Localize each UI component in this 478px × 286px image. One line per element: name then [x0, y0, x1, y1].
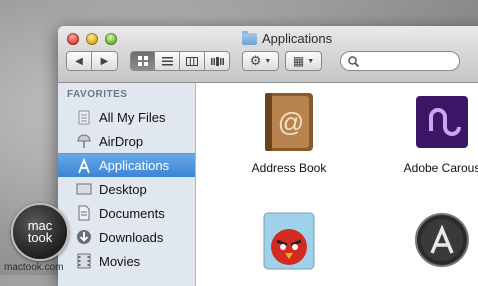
sidebar-item-airdrop[interactable]: AirDrop [58, 129, 195, 153]
minimize-button[interactable] [86, 33, 98, 45]
address-book-icon: @ [265, 93, 313, 151]
sidebar-item-label: AirDrop [99, 133, 144, 149]
all-files-icon [75, 108, 93, 126]
movies-icon [75, 252, 93, 270]
sidebar: FAVORITES All My Files AirDrop Applicati… [58, 83, 196, 286]
sidebar-item-all-my-files[interactable]: All My Files [58, 105, 195, 129]
watermark-line-2: took [27, 230, 53, 245]
navigation-buttons: ◀ ▶ [66, 51, 118, 71]
sidebar-item-downloads[interactable]: Downloads [58, 225, 195, 249]
sidebar-item-documents[interactable]: Documents [58, 201, 195, 225]
app-app-store[interactable] [382, 207, 478, 277]
sidebar-item-label: All My Files [99, 109, 166, 125]
close-button[interactable] [67, 33, 79, 45]
sidebar-item-label: Desktop [99, 181, 147, 197]
title-bar: Applications ◀ ▶ ⚙ ▼ ▦ ▼ [58, 26, 478, 83]
toolbar: ◀ ▶ ⚙ ▼ ▦ ▼ [66, 51, 460, 71]
sidebar-item-desktop[interactable]: Desktop [58, 177, 195, 201]
sidebar-item-applications[interactable]: Applications [58, 153, 195, 177]
coverflow-view-button[interactable] [205, 51, 230, 71]
app-angry-birds[interactable] [229, 207, 349, 285]
favorites-heading: FAVORITES [67, 89, 128, 100]
mactook-watermark-logo: mac took [11, 203, 69, 261]
column-view-button[interactable] [180, 51, 205, 71]
view-mode-switcher [130, 51, 230, 71]
back-button[interactable]: ◀ [66, 51, 92, 71]
app-address-book[interactable]: @ Address Book [229, 91, 349, 175]
list-view-icon [161, 56, 173, 65]
action-menu-button[interactable]: ⚙ ▼ [242, 51, 279, 71]
finder-window: Applications ◀ ▶ ⚙ ▼ ▦ ▼ FAVORITES All M… [58, 26, 478, 286]
app-store-icon [415, 213, 469, 267]
app-label: Address Book [251, 161, 327, 175]
list-view-button[interactable] [155, 51, 180, 71]
sidebar-item-movies[interactable]: Movies [58, 249, 195, 273]
svg-text:@: @ [278, 107, 304, 137]
window-title-label: Applications [262, 31, 333, 46]
adobe-carousel-icon [416, 96, 468, 148]
app-label: Adobe Carous [403, 161, 478, 175]
chevron-down-icon: ▼ [307, 57, 315, 65]
icon-view-icon [137, 56, 148, 66]
applications-icon [75, 157, 93, 175]
column-view-icon [186, 56, 198, 66]
app-adobe-carousel[interactable]: Adobe Carous [382, 91, 478, 175]
sidebar-item-label: Downloads [99, 229, 164, 245]
icon-view-button[interactable] [130, 51, 155, 71]
documents-icon [75, 204, 93, 222]
arrange-menu-button[interactable]: ▦ ▼ [285, 51, 322, 71]
sidebar-item-label: Movies [99, 253, 141, 269]
chevron-down-icon: ▼ [264, 57, 272, 65]
watermark-url: mactook.com [4, 262, 64, 273]
back-arrow-icon: ◀ [75, 55, 83, 67]
forward-arrow-icon: ▶ [100, 55, 109, 67]
file-browser-content: @ Address Book Adobe Carous [196, 83, 478, 286]
folder-icon [242, 30, 257, 45]
forward-button[interactable]: ▶ [92, 51, 118, 71]
search-field[interactable] [340, 51, 460, 71]
search-icon [348, 55, 359, 67]
sidebar-item-label: Documents [99, 205, 165, 221]
zoom-button[interactable] [105, 33, 117, 45]
coverflow-view-icon [210, 56, 224, 66]
gear-icon: ⚙ [249, 53, 262, 68]
window-title: Applications [242, 30, 333, 46]
downloads-icon [75, 228, 93, 246]
angry-birds-icon [263, 212, 315, 270]
sidebar-item-label: Applications [99, 158, 170, 173]
desktop-icon [75, 180, 93, 198]
search-input[interactable] [359, 54, 443, 68]
arrange-grid-icon: ▦ [292, 54, 305, 68]
window-controls [67, 33, 117, 45]
airdrop-icon [75, 132, 93, 150]
